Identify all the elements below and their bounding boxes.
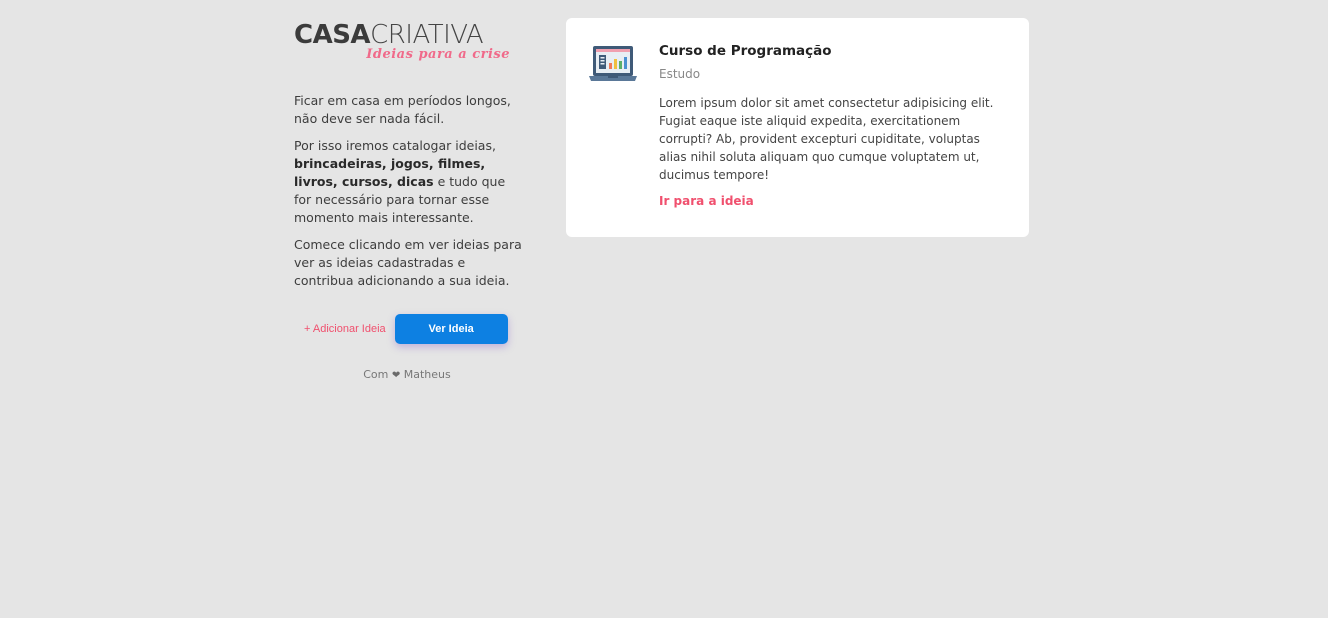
logo[interactable]: CASACRIATIVA Ideias para a crise xyxy=(294,20,512,66)
logo-tagline: Ideias para a crise xyxy=(366,47,510,62)
footer-credit: Com ❤ Matheus xyxy=(294,368,520,381)
page: CASACRIATIVA Ideias para a crise Ficar e… xyxy=(0,0,1328,618)
idea-description: Lorem ipsum dolor sit amet consectetur a… xyxy=(659,96,994,182)
logo-wordmark: CASACRIATIVA xyxy=(294,20,512,50)
intro-paragraph-2: Por isso iremos catalogar ideias, brinca… xyxy=(294,137,526,227)
intro-p2-start: Por isso iremos catalogar ideias, xyxy=(294,138,496,153)
footer-author: Matheus xyxy=(403,368,451,381)
idea-card-body: Curso de Programação Estudo Lorem ipsum … xyxy=(659,41,1009,209)
logo-part-criativa: CRIATIVA xyxy=(370,20,484,50)
intro-paragraph-3: Comece clicando em ver ideias para ver a… xyxy=(294,237,522,288)
logo-part-casa: CASA xyxy=(294,20,371,50)
go-to-idea-link[interactable]: Ir para a ideia xyxy=(659,194,754,208)
heart-icon: ❤ xyxy=(391,370,401,381)
view-idea-button[interactable]: Ver Ideia xyxy=(394,314,508,344)
sidebar: CASACRIATIVA Ideias para a crise Ficar e… xyxy=(294,20,526,381)
idea-title: Curso de Programação xyxy=(659,43,832,59)
intro-paragraph-1: Ficar em casa em períodos longos, não de… xyxy=(294,93,511,126)
laptop-chart-icon xyxy=(589,45,637,83)
idea-card: Curso de Programação Estudo Lorem ipsum … xyxy=(566,18,1029,237)
idea-category: Estudo xyxy=(659,67,701,81)
footer-prefix: Com xyxy=(363,368,389,381)
actions: + Adicionar Ideia Ver Ideia xyxy=(294,314,514,344)
add-idea-link[interactable]: + Adicionar Ideia xyxy=(304,323,386,335)
intro-text: Ficar em casa em períodos longos, não de… xyxy=(294,92,526,290)
